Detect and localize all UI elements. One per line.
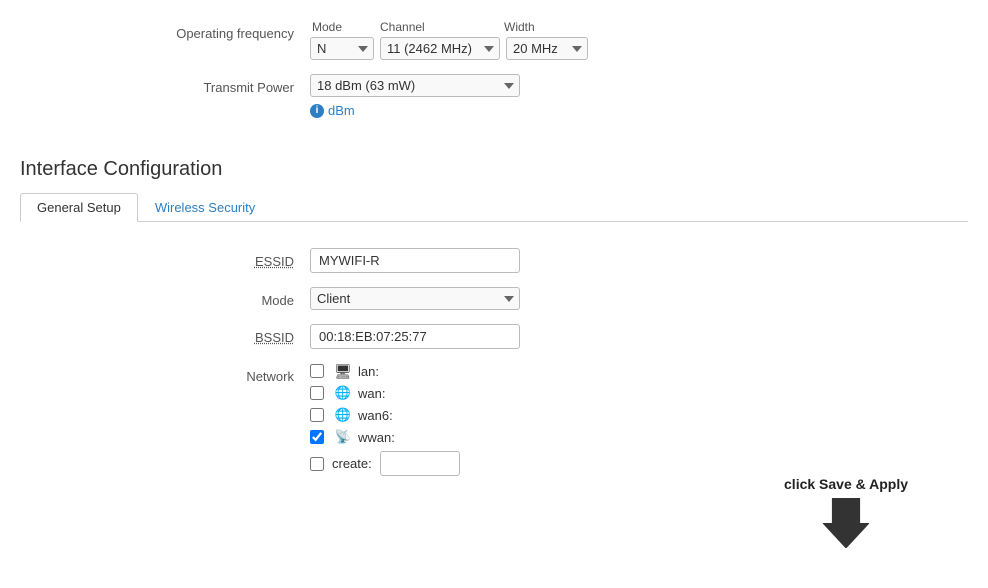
- essid-input[interactable]: [310, 248, 520, 273]
- transmit-power-row: Transmit Power 18 dBm (63 mW) 17 dBm (50…: [20, 74, 968, 118]
- width-header: Width: [504, 20, 584, 34]
- wwan-checkbox[interactable]: [310, 430, 324, 444]
- create-checkbox[interactable]: [310, 457, 324, 471]
- mode-iface-label: Mode: [20, 287, 310, 308]
- wan-checkbox[interactable]: [310, 386, 324, 400]
- create-label: create:: [332, 456, 372, 471]
- channel-select[interactable]: 11 (2462 MHz) 1 (2412 MHz) 6 (2437 MHz): [380, 37, 500, 60]
- wan6-label: wan6:: [332, 407, 393, 423]
- wan-text: wan:: [358, 386, 385, 401]
- wwan-text: wwan:: [358, 430, 395, 445]
- wan6-checkbox[interactable]: [310, 408, 324, 422]
- cta-text: click Save & Apply: [784, 476, 908, 492]
- tab-bar: General Setup Wireless Security: [20, 193, 968, 222]
- transmit-power-select[interactable]: 18 dBm (63 mW) 17 dBm (50 mW) 15 dBm (32…: [310, 74, 520, 97]
- wan6-text: wan6:: [358, 408, 393, 423]
- essid-label: ESSID: [20, 248, 310, 269]
- network-label: Network: [20, 363, 310, 384]
- cta-area: click Save & Apply: [784, 476, 908, 548]
- dbm-link[interactable]: i dBm: [310, 103, 520, 118]
- lan-icon: [332, 363, 354, 379]
- lan-text: lan:: [358, 364, 379, 379]
- bssid-row: BSSID: [20, 324, 968, 349]
- operating-frequency-label: Operating frequency: [20, 20, 310, 41]
- list-item: wan:: [310, 385, 460, 401]
- channel-header: Channel: [380, 20, 498, 34]
- arrow-down-icon: [821, 498, 871, 548]
- interface-config-title: Interface Configuration: [20, 158, 968, 181]
- dbm-label: dBm: [328, 103, 355, 118]
- mode-header: Mode: [312, 20, 374, 34]
- operating-frequency-row: Operating frequency Mode Channel Width N…: [20, 20, 968, 60]
- list-item: wwan:: [310, 429, 460, 445]
- mode-iface-row: Mode Client Access Point Ad-Hoc: [20, 287, 968, 310]
- wan-label: wan:: [332, 385, 385, 401]
- info-icon: i: [310, 104, 324, 118]
- create-input[interactable]: [380, 451, 460, 476]
- create-text: create:: [332, 456, 372, 471]
- mode-select[interactable]: N B G: [310, 37, 374, 60]
- essid-row: ESSID: [20, 248, 968, 273]
- wwan-icon: [332, 429, 354, 445]
- list-item: create:: [310, 451, 460, 476]
- width-select[interactable]: 20 MHz 40 MHz: [506, 37, 588, 60]
- wan-icon: [332, 385, 354, 401]
- transmit-power-label: Transmit Power: [20, 74, 310, 95]
- list-item: lan:: [310, 363, 460, 379]
- bssid-label: BSSID: [20, 324, 310, 345]
- tab-wireless-security[interactable]: Wireless Security: [138, 193, 272, 222]
- wwan-label: wwan:: [332, 429, 395, 445]
- list-item: wan6:: [310, 407, 460, 423]
- network-items: lan: wan: wan6:: [310, 363, 460, 476]
- lan-checkbox[interactable]: [310, 364, 324, 378]
- tab-general-setup[interactable]: General Setup: [20, 193, 138, 222]
- wan6-icon: [332, 407, 354, 423]
- mode-iface-select[interactable]: Client Access Point Ad-Hoc: [310, 287, 520, 310]
- network-row: Network lan: wan:: [20, 363, 968, 476]
- bssid-input[interactable]: [310, 324, 520, 349]
- lan-label: lan:: [332, 363, 379, 379]
